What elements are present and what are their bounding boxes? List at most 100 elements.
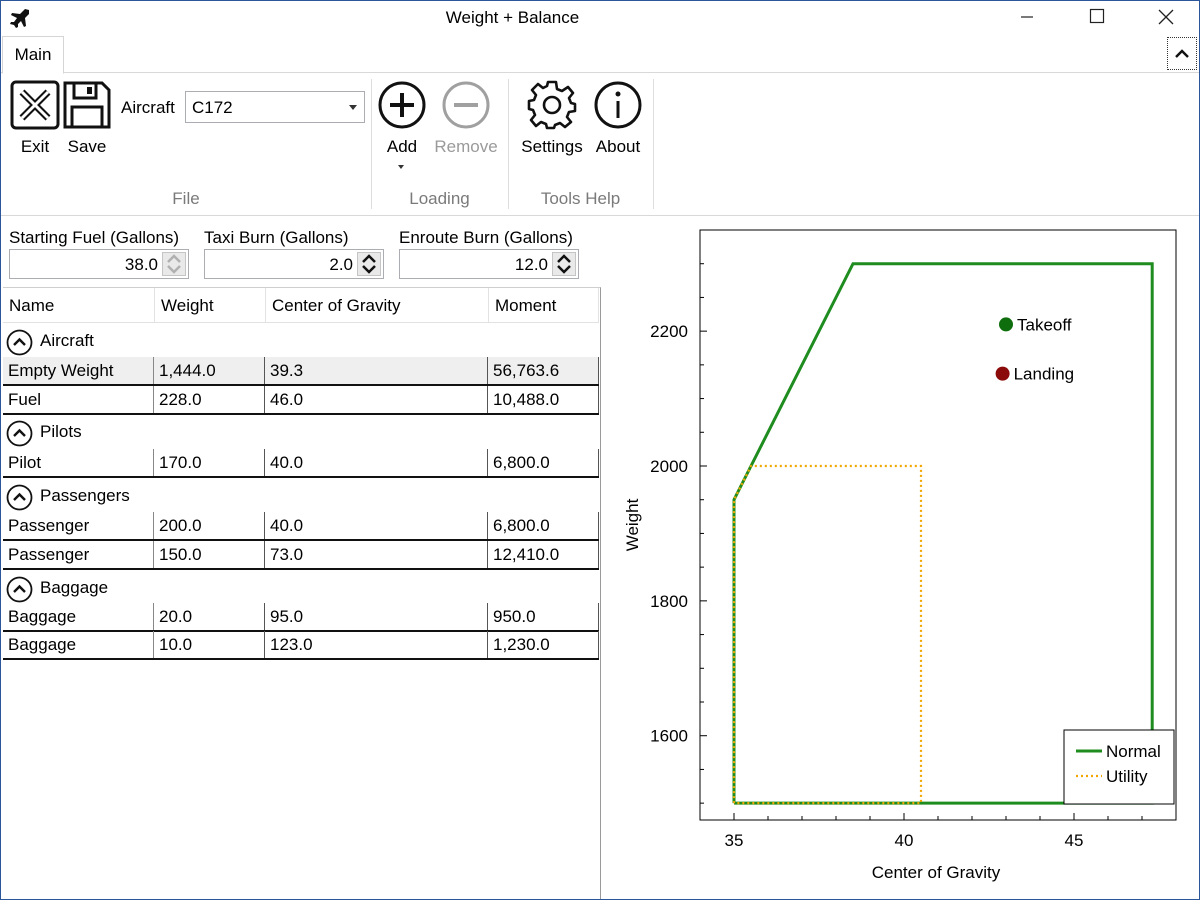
legend-label-normal: Normal [1106,742,1161,761]
cell-name: Fuel [3,386,154,413]
cell-moment: 6,800.0 [488,449,599,476]
gear-icon [527,80,577,130]
marker-landing-label: Landing [1014,365,1075,384]
cell-cg[interactable]: 40.0 [265,512,488,539]
aircraft-label: Aircraft [121,98,175,117]
spin-arrows-icon[interactable] [162,252,186,276]
cell-name: Baggage [3,631,154,658]
chevron-up-circle-icon[interactable] [6,576,33,603]
x-tick-label: 35 [725,831,744,850]
about-button[interactable]: About [593,80,643,157]
taxi-burn-spinner[interactable]: 2.0 [204,249,384,279]
cell-weight[interactable]: 20.0 [154,603,265,630]
ribbon-tab-row: Main [1,35,1199,74]
spin-arrows-icon[interactable] [357,252,381,276]
cell-weight[interactable]: 228.0 [154,386,265,413]
up-down-arrow-icon [167,254,181,274]
up-down-arrow-icon [362,254,376,274]
cell-weight[interactable]: 150.0 [154,541,265,568]
table-row[interactable]: Baggage 10.0 123.0 1,230.0 [3,631,599,660]
exit-button[interactable]: Exit [10,80,60,157]
table-row[interactable]: Fuel 228.0 46.0 10,488.0 [3,386,599,415]
starting-fuel-spinner[interactable]: 38.0 [9,249,189,279]
table-row[interactable]: Passenger 200.0 40.0 6,800.0 [3,512,599,541]
cell-cg[interactable]: 123.0 [265,631,488,658]
cell-moment: 1,230.0 [488,631,599,658]
plus-circle-icon [378,81,426,129]
series-utility-line [732,464,923,805]
taxi-burn-label: Taxi Burn (Gallons) [204,228,349,247]
cell-cg[interactable]: 73.0 [265,541,488,568]
group-header-aircraft[interactable]: Aircraft [3,325,599,359]
info-icon [594,81,642,129]
y-tick-label: 2200 [650,322,688,341]
cell-weight[interactable]: 200.0 [154,512,265,539]
remove-label: Remove [434,137,498,156]
group-name: Aircraft [40,331,94,350]
cell-cg[interactable]: 39.3 [265,357,488,384]
starting-fuel-value: 38.0 [124,255,158,274]
chart-svg: 35 40 45 1600 1800 2000 2200 Center of Gravity W… [623,229,1177,882]
column-header-name[interactable]: Name [3,288,155,323]
cell-name: Empty Weight [3,357,154,384]
series-normal-line [732,262,1154,805]
marker-takeoff-point [999,317,1013,332]
remove-button[interactable]: Remove [433,80,499,157]
chevron-up-circle-icon[interactable] [6,484,33,511]
about-label: About [595,137,641,156]
close-button[interactable] [1129,1,1199,35]
cell-weight[interactable]: 170.0 [154,449,265,476]
group-name: Passengers [40,486,130,505]
table-row[interactable]: Passenger 150.0 73.0 12,410.0 [3,541,599,570]
cell-name: Pilot [3,449,154,476]
group-header-passengers[interactable]: Passengers [3,480,599,514]
cell-cg[interactable]: 46.0 [265,386,488,413]
tab-main[interactable]: Main [2,36,64,74]
cell-name: Baggage [3,603,154,630]
save-button[interactable]: Save [62,80,112,157]
close-icon [1158,9,1174,25]
cell-moment: 6,800.0 [488,512,599,539]
spin-arrows-icon[interactable] [552,252,576,276]
cell-moment: 12,410.0 [488,541,599,568]
add-dropdown-arrow-icon[interactable] [398,165,404,169]
cell-moment: 10,488.0 [488,386,599,413]
chevron-up-icon [1175,49,1189,58]
maximize-button[interactable] [1061,1,1131,35]
column-header-moment[interactable]: Moment [489,288,599,323]
enroute-burn-value: 12.0 [514,255,548,274]
exit-icon [10,80,60,130]
dropdown-arrow-icon [349,105,357,110]
table-row[interactable]: Empty Weight 1,444.0 39.3 56,763.6 [3,357,599,386]
cell-name: Passenger [3,541,154,568]
y-tick-label: 2000 [650,457,688,476]
chevron-up-circle-icon[interactable] [6,420,33,447]
group-separator [653,79,654,209]
x-axis-label: Center of Gravity [872,863,1001,882]
y-tick-label: 1600 [650,727,688,746]
exit-label: Exit [20,137,50,156]
column-header-weight[interactable]: Weight [155,288,266,323]
cell-weight[interactable]: 1,444.0 [154,357,265,384]
group-header-baggage[interactable]: Baggage [3,572,599,606]
chevron-up-circle-icon[interactable] [6,329,33,356]
table-row[interactable]: Pilot 170.0 40.0 6,800.0 [3,449,599,478]
cell-name: Passenger [3,512,154,539]
minimize-button[interactable] [991,1,1061,35]
add-button[interactable]: Add [377,80,427,157]
column-header-cg[interactable]: Center of Gravity [266,288,489,323]
group-header-pilots[interactable]: Pilots [3,416,599,450]
aircraft-combobox[interactable]: C172 [185,91,365,123]
cell-weight[interactable]: 10.0 [154,631,265,658]
cell-cg[interactable]: 40.0 [265,449,488,476]
settings-button[interactable]: Settings [519,80,585,157]
enroute-burn-label: Enroute Burn (Gallons) [399,228,573,247]
y-axis-label: Weight [623,498,642,551]
table-row[interactable]: Baggage 20.0 95.0 950.0 [3,603,599,632]
cell-cg[interactable]: 95.0 [265,603,488,630]
app-window: Weight + Balance Main Exit Save Aircraft… [0,0,1200,900]
enroute-burn-spinner[interactable]: 12.0 [399,249,579,279]
settings-label: Settings [521,137,583,156]
cell-moment: 56,763.6 [488,357,599,384]
collapse-ribbon-button[interactable] [1167,37,1197,70]
